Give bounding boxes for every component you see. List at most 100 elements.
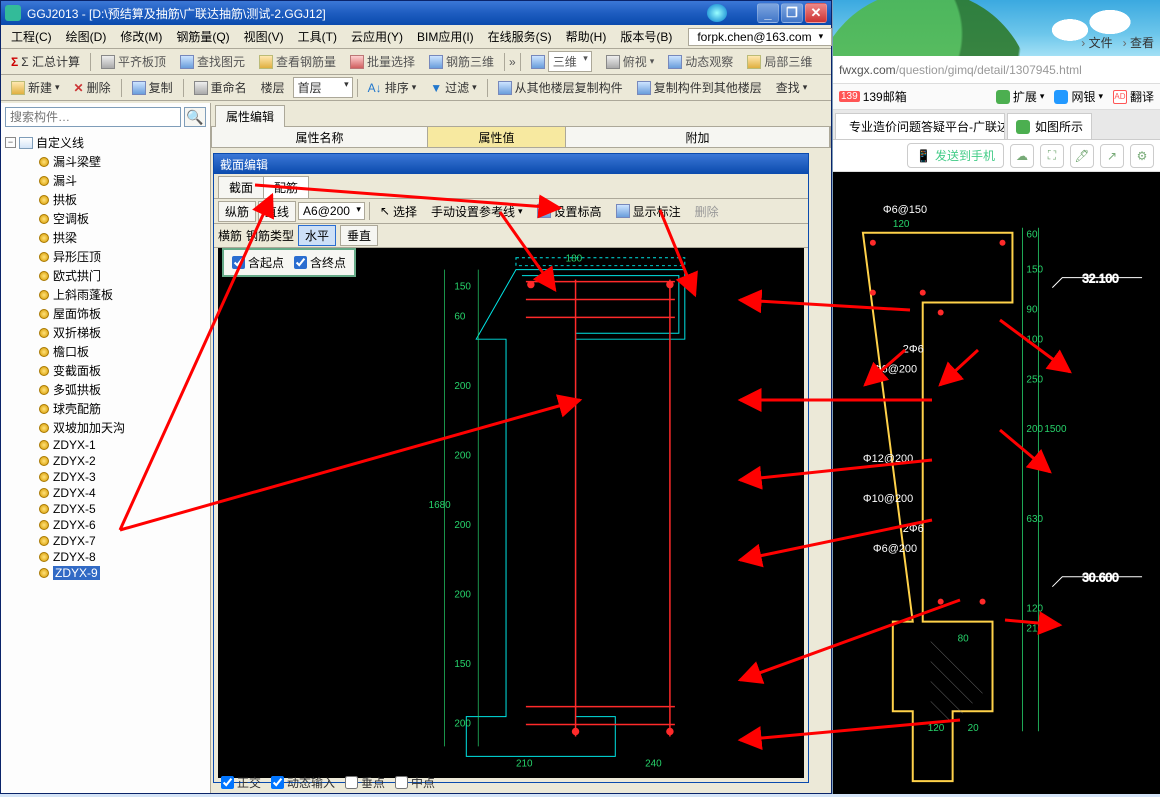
tree-item-10[interactable]: 檐口板: [5, 342, 210, 361]
set-elev-button[interactable]: 设置标高: [531, 202, 608, 221]
delete-button[interactable]: ✕删除: [68, 78, 117, 97]
menu-project[interactable]: 工程(C): [5, 26, 58, 47]
top-view-button[interactable]: 俯视: [600, 52, 661, 71]
tree-search-input[interactable]: [5, 107, 181, 127]
tab-property-edit[interactable]: 属性编辑: [215, 105, 285, 127]
dyn-view-button[interactable]: 动态观察: [662, 52, 739, 71]
rename-button[interactable]: 重命名: [188, 78, 253, 97]
sum-button[interactable]: ΣΣ 汇总计算: [5, 52, 86, 71]
vert-button[interactable]: 垂直: [340, 225, 378, 246]
align-slab-button[interactable]: 平齐板顶: [95, 52, 172, 71]
vbar-button[interactable]: 纵筋: [218, 201, 256, 222]
browser-tab-1[interactable]: 如图所示: [1007, 113, 1092, 139]
rebar-3d-button[interactable]: 钢筋三维: [423, 52, 500, 71]
chk-include-end[interactable]: 含终点: [294, 254, 346, 271]
show-elev-button[interactable]: 显示标注: [610, 202, 687, 221]
tree-item-21[interactable]: ZDYX-7: [5, 533, 210, 549]
tree-item-2[interactable]: 拱板: [5, 190, 210, 209]
tree-item-9[interactable]: 双折梯板: [5, 323, 210, 342]
account-dropdown[interactable]: forpk.chen@163.com: [688, 28, 832, 46]
cloud-sync-icon[interactable]: [707, 4, 727, 22]
copy-to-floor-button[interactable]: 复制构件到其他楼层: [631, 78, 768, 97]
tree-item-23[interactable]: ZDYX-9: [5, 565, 210, 581]
tree-item-12[interactable]: 多弧拱板: [5, 380, 210, 399]
tree-root[interactable]: − 自定义线: [5, 133, 210, 152]
line-button[interactable]: 直线: [258, 201, 296, 222]
filter-button[interactable]: ▼过滤: [424, 78, 482, 97]
menu-online[interactable]: 在线服务(S): [482, 26, 558, 47]
share-button[interactable]: ↗: [1100, 144, 1124, 168]
copy-from-floor-button[interactable]: 从其他楼层复制构件: [492, 78, 629, 97]
floor-dropdown[interactable]: 首层: [293, 77, 353, 98]
search-button[interactable]: 查找: [770, 78, 814, 97]
sec-delete-button[interactable]: 删除: [689, 202, 725, 221]
section-canvas[interactable]: 150 60 200 200 200 200 150 200 1680 210 …: [218, 248, 804, 778]
menu-view[interactable]: 视图(V): [238, 26, 290, 47]
maximize-button[interactable]: ❐: [781, 3, 803, 23]
extensions-button[interactable]: 扩展 ▾: [996, 88, 1045, 105]
copy-button[interactable]: 复制: [126, 78, 179, 97]
menu-rebar[interactable]: 钢筋量(Q): [170, 26, 235, 47]
tab-section[interactable]: 截面: [218, 176, 264, 198]
status-vert[interactable]: 垂点: [345, 774, 385, 791]
status-ortho[interactable]: 正交: [221, 774, 261, 791]
sort-button[interactable]: A↓排序: [362, 78, 423, 97]
tree-item-8[interactable]: 屋面饰板: [5, 304, 210, 323]
menu-draw[interactable]: 绘图(D): [60, 26, 113, 47]
tree-item-5[interactable]: 异形压顶: [5, 247, 210, 266]
browser-menu-file[interactable]: 文件: [1081, 34, 1112, 51]
tree-item-13[interactable]: 球壳配筋: [5, 399, 210, 418]
tree-item-22[interactable]: ZDYX-8: [5, 549, 210, 565]
tree-item-20[interactable]: ZDYX-6: [5, 517, 210, 533]
tab-rebar[interactable]: 配筋: [263, 176, 309, 198]
menu-help[interactable]: 帮助(H): [560, 26, 613, 47]
menu-tools[interactable]: 工具(T): [292, 26, 343, 47]
pick-button[interactable]: ↖选择: [374, 202, 423, 221]
minimize-button[interactable]: _: [757, 3, 779, 23]
settings-button[interactable]: ⚙: [1130, 144, 1154, 168]
address-bar[interactable]: fwxgx.com/question/gimq/detail/1307945.h…: [833, 56, 1160, 84]
tree-item-7[interactable]: 上斜雨蓬板: [5, 285, 210, 304]
cloud-save-button[interactable]: ☁: [1010, 144, 1034, 168]
tree-item-17[interactable]: ZDYX-3: [5, 469, 210, 485]
batch-select-button[interactable]: 批量选择: [344, 52, 421, 71]
browser-menu-view[interactable]: 查看: [1123, 34, 1154, 51]
status-mid[interactable]: 中点: [395, 774, 435, 791]
tree-item-19[interactable]: ZDYX-5: [5, 501, 210, 517]
horiz-button[interactable]: 水平: [298, 225, 336, 246]
tree-item-14[interactable]: 双坡加加天沟: [5, 418, 210, 437]
note-button[interactable]: 🖊: [1070, 144, 1094, 168]
close-button[interactable]: ✕: [805, 3, 827, 23]
component-tree[interactable]: − 自定义线 漏斗梁壁漏斗拱板空调板拱梁异形压顶欧式拱门上斜雨蓬板屋面饰板双折梯…: [1, 131, 210, 791]
tree-item-0[interactable]: 漏斗梁壁: [5, 152, 210, 171]
tree-search-button[interactable]: 🔍: [184, 107, 206, 127]
status-dyn[interactable]: 动态输入: [271, 774, 335, 791]
menu-cloud[interactable]: 云应用(Y): [345, 26, 409, 47]
find-element-button[interactable]: 查找图元: [174, 52, 251, 71]
rebar-spec-dropdown[interactable]: A6@200: [298, 202, 365, 220]
chk-include-start[interactable]: 含起点: [232, 254, 284, 271]
tree-item-15[interactable]: ZDYX-1: [5, 437, 210, 453]
menu-edit[interactable]: 修改(M): [114, 26, 168, 47]
tree-item-16[interactable]: ZDYX-2: [5, 453, 210, 469]
browser-tab-0[interactable]: 专业造价问题答疑平台-广联达! ×: [835, 113, 1005, 139]
tree-item-6[interactable]: 欧式拱门: [5, 266, 210, 285]
tree-item-4[interactable]: 拱梁: [5, 228, 210, 247]
menu-bim[interactable]: BIM应用(I): [411, 26, 480, 47]
local-3d-button[interactable]: 局部三维: [741, 52, 818, 71]
tree-item-3[interactable]: 空调板: [5, 209, 210, 228]
menu-version[interactable]: 版本号(B): [614, 26, 678, 47]
tree-item-11[interactable]: 变截面板: [5, 361, 210, 380]
adblock-button[interactable]: AD翻译: [1113, 88, 1154, 105]
tree-item-1[interactable]: 漏斗: [5, 171, 210, 190]
bookmark-139mail[interactable]: 139 139邮箱: [839, 88, 907, 105]
tree-item-18[interactable]: ZDYX-4: [5, 485, 210, 501]
collapse-icon[interactable]: −: [5, 137, 16, 148]
send-to-phone-button[interactable]: 📱 发送到手机: [907, 143, 1004, 168]
bank-button[interactable]: 网银 ▾: [1054, 88, 1103, 105]
refline-button[interactable]: 手动设置参考线: [425, 202, 529, 221]
fullscreen-button[interactable]: ⛶: [1040, 144, 1064, 168]
view-rebar-qty-button[interactable]: 查看钢筋量: [253, 52, 342, 71]
view-3d-button[interactable]: 三维: [525, 50, 598, 73]
new-button[interactable]: 新建: [5, 78, 66, 97]
